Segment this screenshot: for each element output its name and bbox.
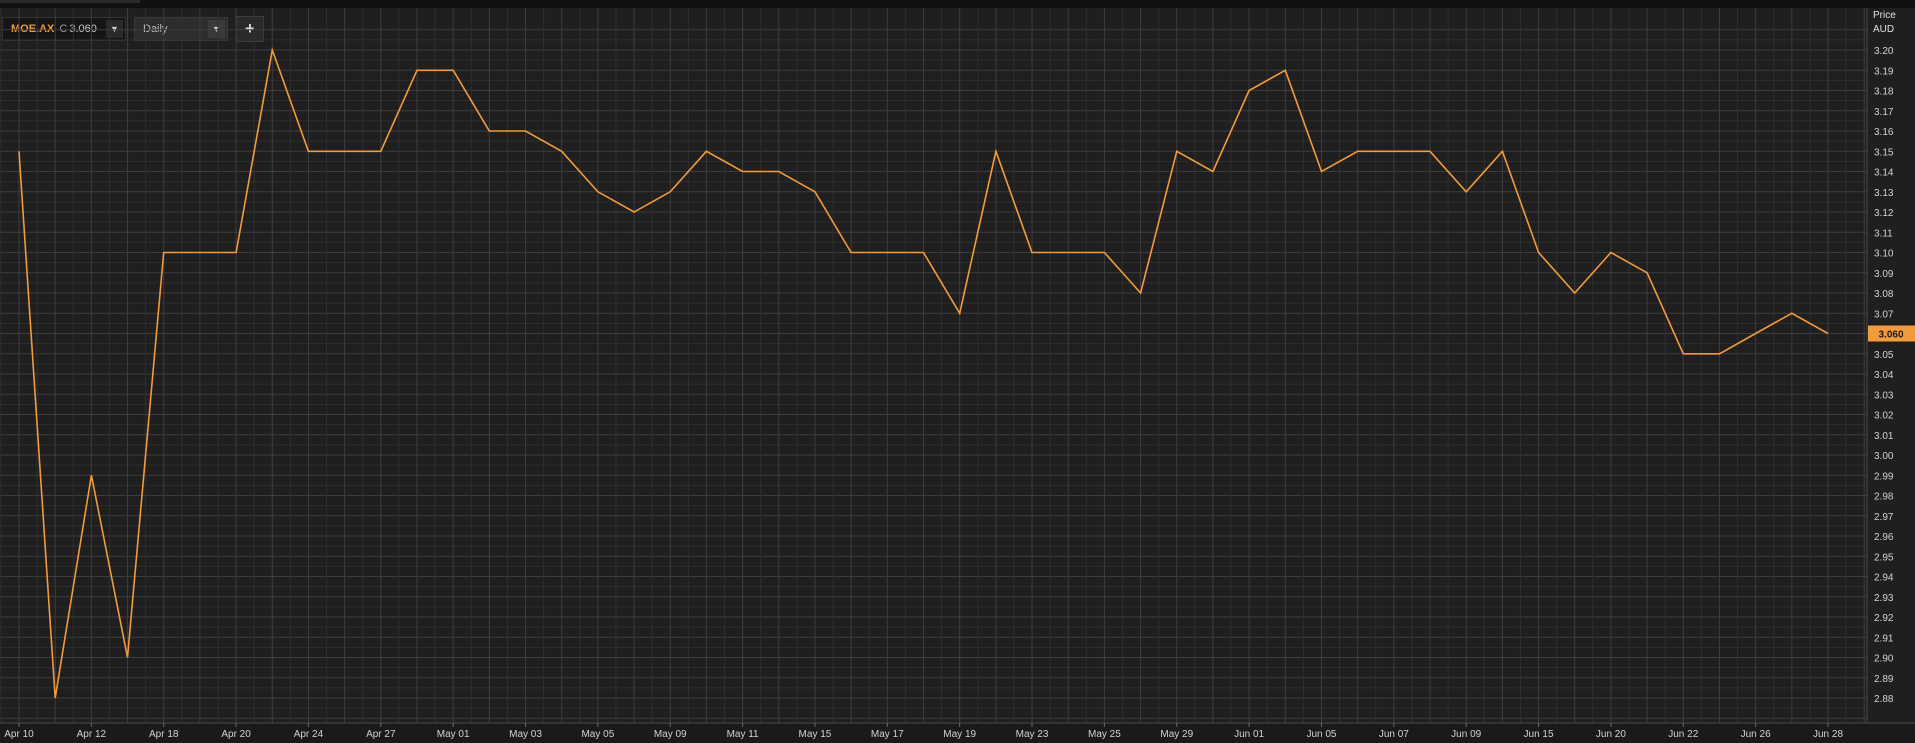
y-tick-label: 3.00 xyxy=(1874,451,1894,462)
x-tick-label: Apr 18 xyxy=(149,729,179,740)
y-tick-label: 2.89 xyxy=(1874,674,1894,685)
x-tick-label: May 03 xyxy=(509,729,542,740)
x-tick-label: Jun 20 xyxy=(1596,729,1626,740)
last-price-label: 3.060 xyxy=(1878,330,1903,341)
x-tick-label: May 19 xyxy=(943,729,976,740)
price-chart[interactable]: 3.20 3.19 3.18 3.17 3.16 3.15 3.14 3.13 3.12 3.11… xyxy=(0,0,1915,743)
x-tick-label: May 01 xyxy=(437,729,470,740)
y-tick-label: 2.92 xyxy=(1874,613,1894,624)
y-tick-label: 3.04 xyxy=(1874,370,1894,381)
x-tick-label: Jun 01 xyxy=(1234,729,1264,740)
y-tick-label: 2.88 xyxy=(1874,694,1894,705)
y-tick-label: 3.18 xyxy=(1874,87,1894,98)
x-tick-label: Jun 15 xyxy=(1524,729,1554,740)
x-tick-label: Apr 20 xyxy=(221,729,251,740)
x-tick-label: May 25 xyxy=(1088,729,1121,740)
x-tick-label: May 29 xyxy=(1160,729,1193,740)
y-tick-label: 3.03 xyxy=(1874,390,1894,401)
x-tick-label: May 15 xyxy=(799,729,832,740)
y-tick-label: 3.05 xyxy=(1874,350,1894,361)
y-tick-label: 3.08 xyxy=(1874,289,1894,300)
y-tick-label: 3.11 xyxy=(1874,228,1893,239)
x-tick-label: Jun 28 xyxy=(1813,729,1843,740)
x-tick-label: Apr 24 xyxy=(294,729,324,740)
y-tick-label: 2.98 xyxy=(1874,492,1894,503)
x-tick-label: May 11 xyxy=(727,729,759,740)
y-tick-label: 2.95 xyxy=(1874,552,1894,563)
x-tick-label: Apr 10 xyxy=(4,729,34,740)
y-tick-label: 3.09 xyxy=(1874,269,1894,280)
y-tick-label: 3.01 xyxy=(1874,431,1894,442)
y-tick-label: 3.14 xyxy=(1874,168,1894,179)
y-tick-label: 3.13 xyxy=(1874,188,1894,199)
x-tick-label: Apr 12 xyxy=(77,729,107,740)
x-tick-label: Jun 22 xyxy=(1668,729,1698,740)
y-tick-label: 3.07 xyxy=(1874,309,1894,320)
x-tick-label: May 05 xyxy=(581,729,614,740)
x-tick-label: May 23 xyxy=(1016,729,1049,740)
y-tick-label: 3.19 xyxy=(1874,66,1894,77)
y-tick-label: 3.15 xyxy=(1874,147,1894,158)
y-tick-label: 2.96 xyxy=(1874,532,1894,543)
y-tick-label: 2.99 xyxy=(1874,471,1894,482)
y-tick-label: 2.91 xyxy=(1874,633,1894,644)
y-tick-label: 2.93 xyxy=(1874,593,1894,604)
y-tick-label: 3.02 xyxy=(1874,411,1894,422)
y-tick-label: 2.94 xyxy=(1874,573,1894,584)
y-tick-label: 3.17 xyxy=(1874,107,1894,118)
x-tick-label: May 09 xyxy=(654,729,687,740)
y-tick-label: 2.90 xyxy=(1874,654,1894,665)
x-tick-label: Jun 26 xyxy=(1741,729,1771,740)
y-tick-label: 3.20 xyxy=(1874,46,1894,57)
y-tick-label: 3.16 xyxy=(1874,127,1894,138)
x-tick-label: Jun 05 xyxy=(1306,729,1336,740)
x-tick-label: Jun 09 xyxy=(1451,729,1481,740)
y-tick-label: 3.10 xyxy=(1874,249,1894,260)
x-tick-label: May 17 xyxy=(871,729,904,740)
x-tick-label: Apr 27 xyxy=(366,729,396,740)
x-tick-label: Jun 07 xyxy=(1379,729,1409,740)
y-tick-label: 3.12 xyxy=(1874,208,1894,219)
y-tick-label: 2.97 xyxy=(1874,512,1894,523)
